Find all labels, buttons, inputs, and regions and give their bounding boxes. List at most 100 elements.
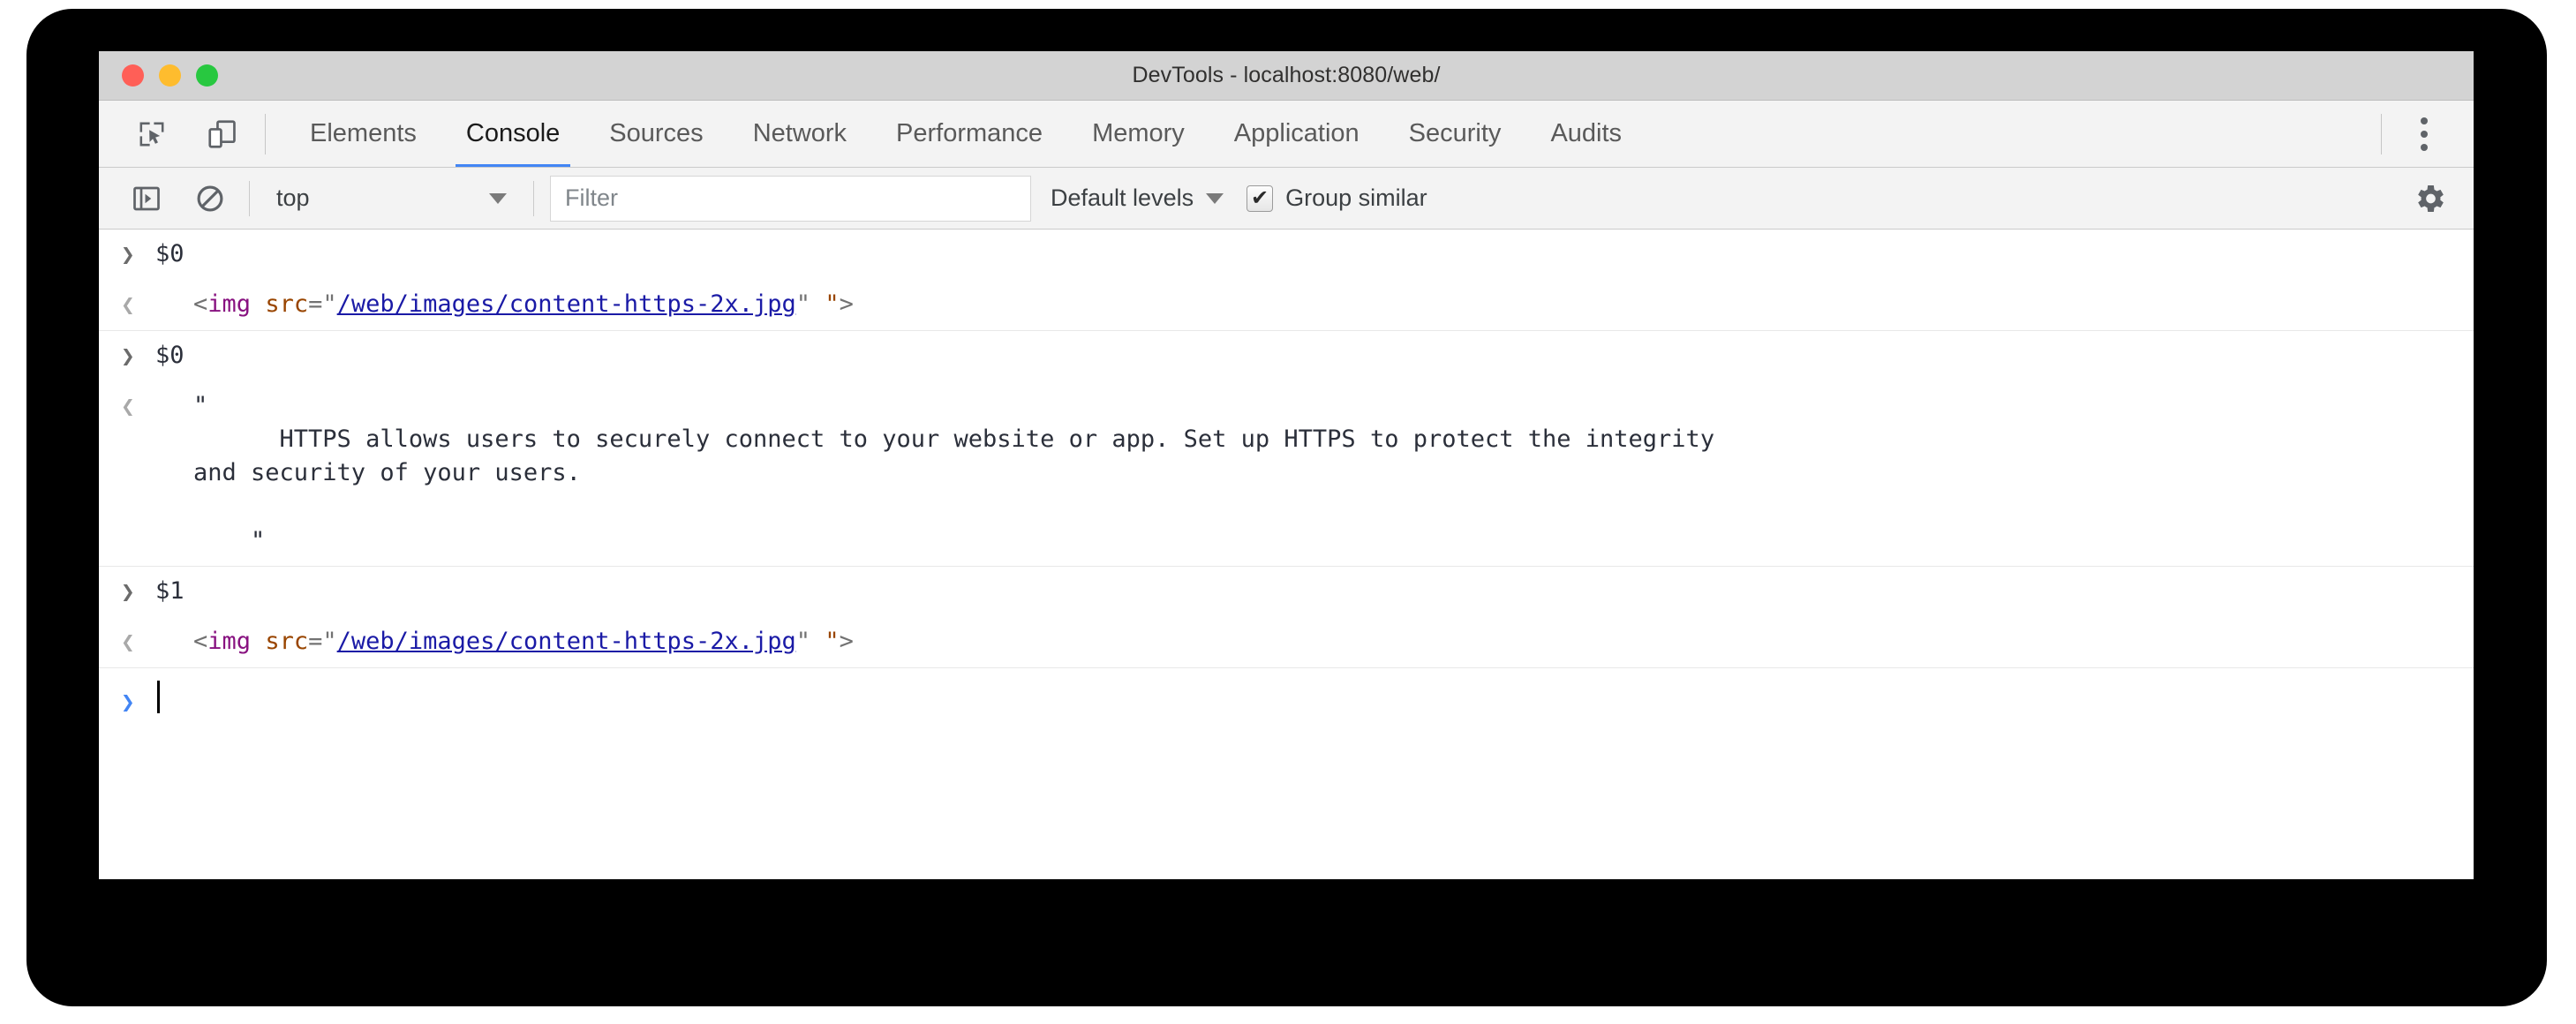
tab-label: Sources <box>609 119 704 147</box>
html-tag-name: img <box>207 628 252 656</box>
console-prompt-row[interactable]: ❯ <box>99 668 2474 735</box>
tab-sources[interactable]: Sources <box>584 101 727 167</box>
devtools-tabbar: Elements Console Sources Network Perform… <box>99 101 2474 168</box>
html-quote-close: " <box>795 628 811 656</box>
filter-input[interactable] <box>550 175 1031 222</box>
html-equals: = <box>308 290 323 318</box>
html-close-bracket: > <box>839 628 854 656</box>
tab-label: Application <box>1233 119 1360 147</box>
html-open-bracket: < <box>193 290 208 318</box>
console-input-row[interactable]: ❯ $1 <box>99 567 2474 617</box>
html-close-bracket: > <box>839 290 854 318</box>
filterbar-divider-1 <box>249 180 250 216</box>
string-line: " <box>193 527 266 555</box>
inspect-element-icon <box>139 122 164 146</box>
html-quote-open: " <box>322 628 337 656</box>
tabbar-tool-icons <box>99 111 245 157</box>
tab-audits[interactable]: Audits <box>1525 101 1646 167</box>
input-marker-icon: ❯ <box>121 579 135 606</box>
tabbar-divider-right <box>2381 113 2382 154</box>
log-levels-label: Default levels <box>1051 184 1194 211</box>
html-gap <box>810 290 825 318</box>
output-marker-icon: ❮ <box>121 291 135 319</box>
tab-label: Security <box>1408 119 1502 147</box>
html-gap <box>810 628 825 655</box>
more-options-icon-dot <box>2421 117 2428 124</box>
toggle-device-toolbar-button[interactable] <box>200 111 245 157</box>
html-quote-extra: " <box>825 628 840 656</box>
more-options-button[interactable] <box>2401 109 2447 160</box>
tab-memory[interactable]: Memory <box>1067 101 1209 167</box>
console-settings-button[interactable] <box>2412 181 2474 216</box>
html-space <box>251 628 265 655</box>
console-output-row[interactable]: ❮ <img src="/web/images/content-https-2x… <box>99 280 2474 331</box>
console-input-text: $0 <box>155 341 185 369</box>
group-similar-toggle[interactable]: ✔ Group similar <box>1247 184 1427 212</box>
console-input-row[interactable]: ❯ $0 <box>99 230 2474 280</box>
more-options-icon-dot <box>2421 130 2428 138</box>
minimize-window-button[interactable] <box>159 64 181 87</box>
console-input-row[interactable]: ❯ $0 <box>99 331 2474 381</box>
html-tag-name: img <box>207 290 252 318</box>
string-line: and security of your users. <box>193 459 581 487</box>
filterbar-divider-2 <box>533 180 534 216</box>
html-attribute-name: src <box>265 290 309 318</box>
log-levels-select[interactable]: Default levels <box>1051 184 1224 212</box>
tab-application[interactable]: Application <box>1209 101 1384 167</box>
prompt-marker-icon: ❯ <box>121 689 135 716</box>
traffic-lights <box>122 51 218 100</box>
input-marker-icon: ❯ <box>121 343 135 370</box>
console-sidebar-toggle-button[interactable] <box>124 176 169 222</box>
console-string-output: " HTTPS allows users to securely connect… <box>155 389 2474 559</box>
execution-context-select[interactable]: top <box>266 177 517 220</box>
tab-network[interactable]: Network <box>728 101 871 167</box>
output-marker-icon: ❮ <box>121 629 135 657</box>
html-attribute-value-link[interactable]: /web/images/content-https-2x.jpg <box>337 628 796 655</box>
html-attribute-value-link[interactable]: /web/images/content-https-2x.jpg <box>337 290 796 318</box>
devtools-window: DevTools - localhost:8080/web/ Elements … <box>99 51 2474 879</box>
more-options-icon-dot <box>2421 143 2428 151</box>
tab-label: Memory <box>1092 119 1185 147</box>
tab-label: Performance <box>896 119 1043 147</box>
console-sidebar-toggle-icon <box>133 186 160 210</box>
inspect-element-button[interactable] <box>129 111 175 157</box>
tab-label: Console <box>465 119 561 147</box>
screenshot-root: DevTools - localhost:8080/web/ Elements … <box>0 0 2576 1024</box>
settings-gear-icon <box>2418 184 2444 212</box>
tab-label: Network <box>752 119 847 147</box>
html-equals: = <box>308 628 323 656</box>
html-quote-extra: " <box>825 290 840 318</box>
console-message-list[interactable]: ❯ $0 ❮ <img src="/web/images/content-htt… <box>99 230 2474 879</box>
html-open-bracket: < <box>193 628 208 656</box>
tab-performance[interactable]: Performance <box>871 101 1067 167</box>
clear-console-button[interactable] <box>187 176 233 222</box>
console-input-text: $1 <box>155 577 185 606</box>
maximize-window-button[interactable] <box>196 64 218 87</box>
tab-elements[interactable]: Elements <box>285 101 441 167</box>
tab-label: Audits <box>1550 119 1623 147</box>
console-input-text: $0 <box>155 240 185 267</box>
string-line: " <box>193 391 208 419</box>
tab-label: Elements <box>310 119 417 147</box>
console-output-row[interactable]: ❮ " HTTPS allows users to securely conne… <box>99 381 2474 568</box>
group-similar-label: Group similar <box>1285 184 1427 211</box>
string-line <box>193 491 2456 524</box>
output-marker-icon: ❮ <box>121 393 135 420</box>
group-similar-checkbox[interactable]: ✔ <box>1247 184 1274 212</box>
window-title: DevTools - localhost:8080/web/ <box>1132 63 1441 87</box>
panel-tabs: Elements Console Sources Network Perform… <box>285 101 1646 167</box>
chevron-down-icon <box>489 192 507 204</box>
text-cursor <box>157 681 160 714</box>
clear-console-icon <box>197 185 223 211</box>
console-prompt-input[interactable] <box>155 681 2474 723</box>
tab-console[interactable]: Console <box>441 101 584 167</box>
close-window-button[interactable] <box>122 64 144 87</box>
html-quote-open: " <box>322 290 337 318</box>
device-toolbar-icon <box>208 119 236 148</box>
html-attribute-name: src <box>265 628 309 656</box>
tab-security[interactable]: Security <box>1384 101 1526 167</box>
html-space <box>251 290 265 318</box>
input-marker-icon: ❯ <box>121 242 135 268</box>
console-output-row[interactable]: ❮ <img src="/web/images/content-https-2x… <box>99 617 2474 669</box>
console-filterbar: top Default levels ✔ Group similar <box>99 168 2474 230</box>
